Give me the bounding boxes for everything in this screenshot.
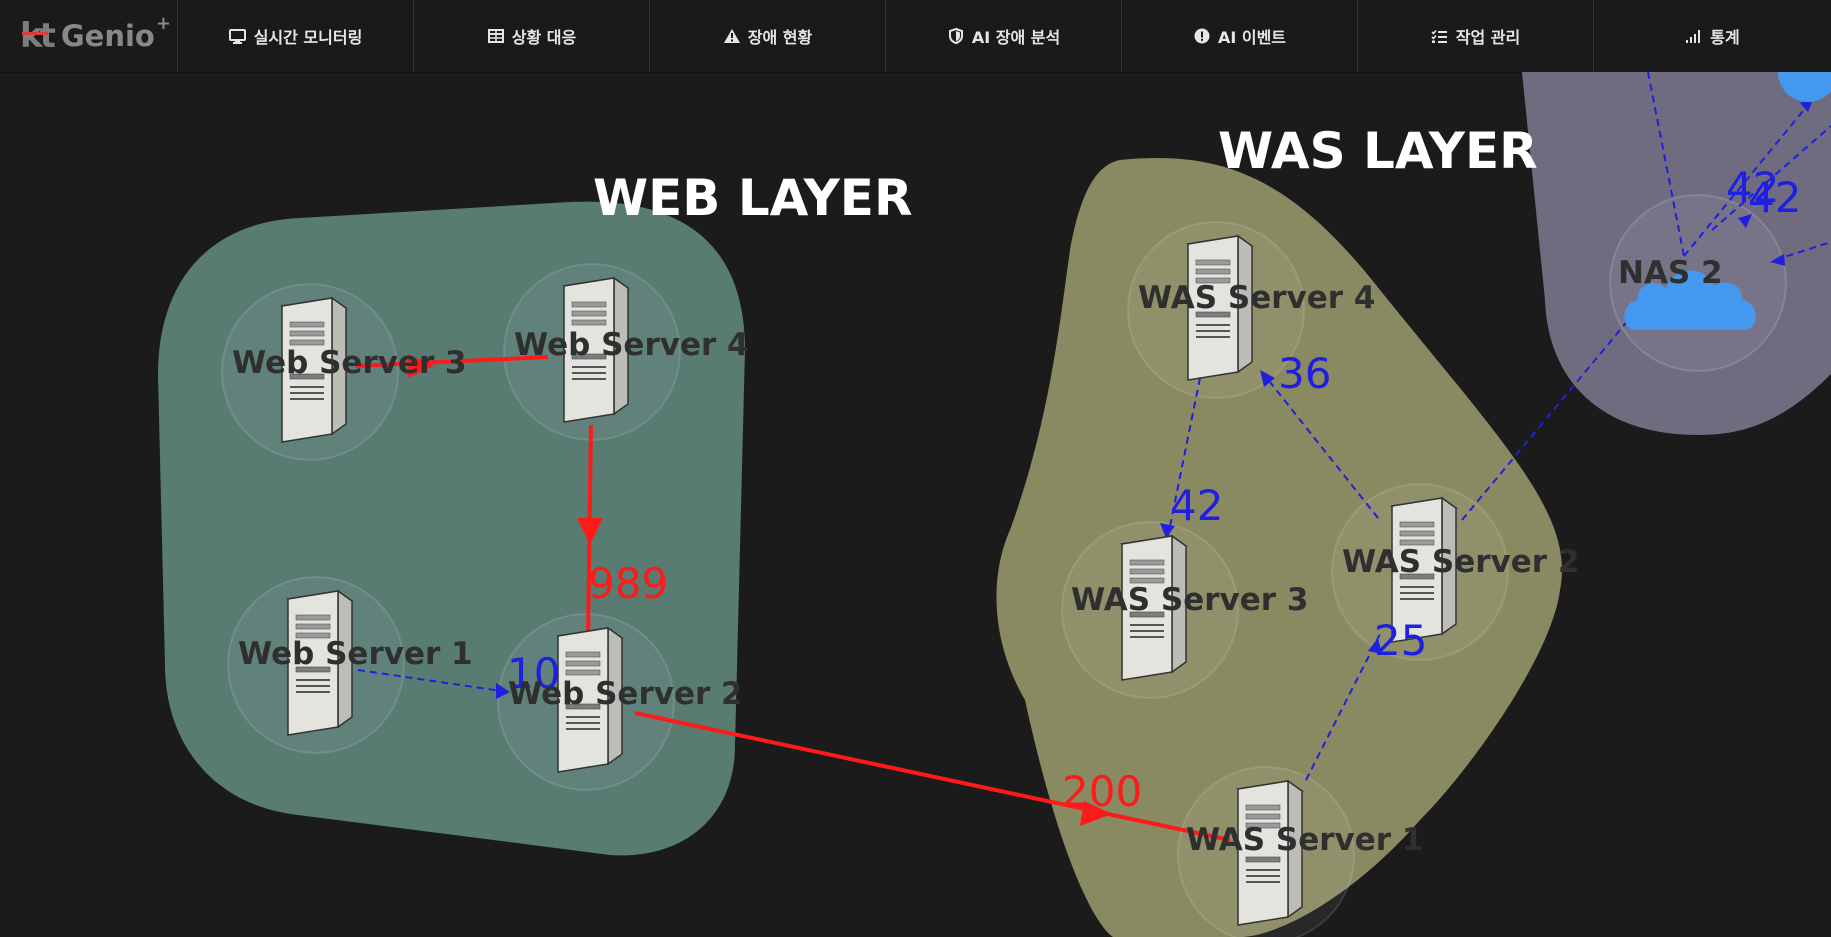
nav-label: 작업 관리: [1455, 28, 1521, 47]
nav-task-management[interactable]: 작업 관리: [1358, 0, 1594, 72]
warning-icon: [723, 27, 741, 45]
nav-label: 상황 대응: [511, 28, 577, 47]
checklist-icon: [1431, 27, 1449, 45]
node-label: Web Server 2: [508, 676, 743, 712]
shield-icon: [947, 27, 965, 45]
nav-incident-response[interactable]: 상황 대응: [414, 0, 650, 72]
web-layer-title: WEB LAYER: [593, 169, 912, 227]
node-label: NAS 2: [1618, 255, 1723, 291]
signal-bars-icon: [1685, 27, 1703, 45]
top-navigation-bar: kt Genio+ 실시간 모니터링 상황 대응 장애 현황 AI 장애 분석 …: [0, 0, 1831, 73]
topology-canvas[interactable]: WEB LAYER WAS LAYER 989 10 200 36 42 25 …: [0, 72, 1831, 937]
nav-label: 통계: [1710, 28, 1740, 47]
link-value-label: 36: [1278, 349, 1331, 398]
link-value-label: 42: [1748, 173, 1801, 222]
nav-statistics[interactable]: 통계: [1594, 0, 1831, 72]
link-value-label: 200: [1062, 767, 1142, 816]
kt-logo-mark: kt: [20, 16, 56, 56]
genio-logo-text: Genio+: [60, 13, 171, 53]
node-label: Web Server 3: [232, 345, 467, 381]
exclamation-icon: [1193, 27, 1211, 45]
monitor-icon: [229, 27, 247, 45]
link-value-label: 25: [1374, 616, 1427, 665]
node-label: WAS Server 1: [1186, 822, 1423, 858]
node-label: WAS Server 2: [1342, 544, 1579, 580]
link-value-label: 42: [1170, 481, 1223, 530]
nav-label: 실시간 모니터링: [253, 28, 363, 47]
nav-ai-event[interactable]: AI 이벤트: [1122, 0, 1358, 72]
node-label: Web Server 1: [238, 636, 473, 672]
nav-label: AI 이벤트: [1217, 28, 1287, 47]
link-value-label: 989: [588, 559, 668, 608]
nav-failure-status[interactable]: 장애 현황: [650, 0, 886, 72]
was-layer-title: WAS LAYER: [1218, 122, 1538, 180]
node-label: WAS Server 3: [1071, 582, 1308, 618]
nav-label: 장애 현황: [747, 28, 813, 47]
table-icon: [487, 27, 505, 45]
nav-realtime-monitoring[interactable]: 실시간 모니터링: [178, 0, 414, 72]
node-label: WAS Server 4: [1138, 280, 1375, 316]
kt-genio-logo[interactable]: kt Genio+: [0, 0, 178, 72]
nav-label: AI 장애 분석: [971, 28, 1061, 47]
node-label: Web Server 4: [514, 327, 749, 363]
nav-ai-failure-analysis[interactable]: AI 장애 분석: [886, 0, 1122, 72]
